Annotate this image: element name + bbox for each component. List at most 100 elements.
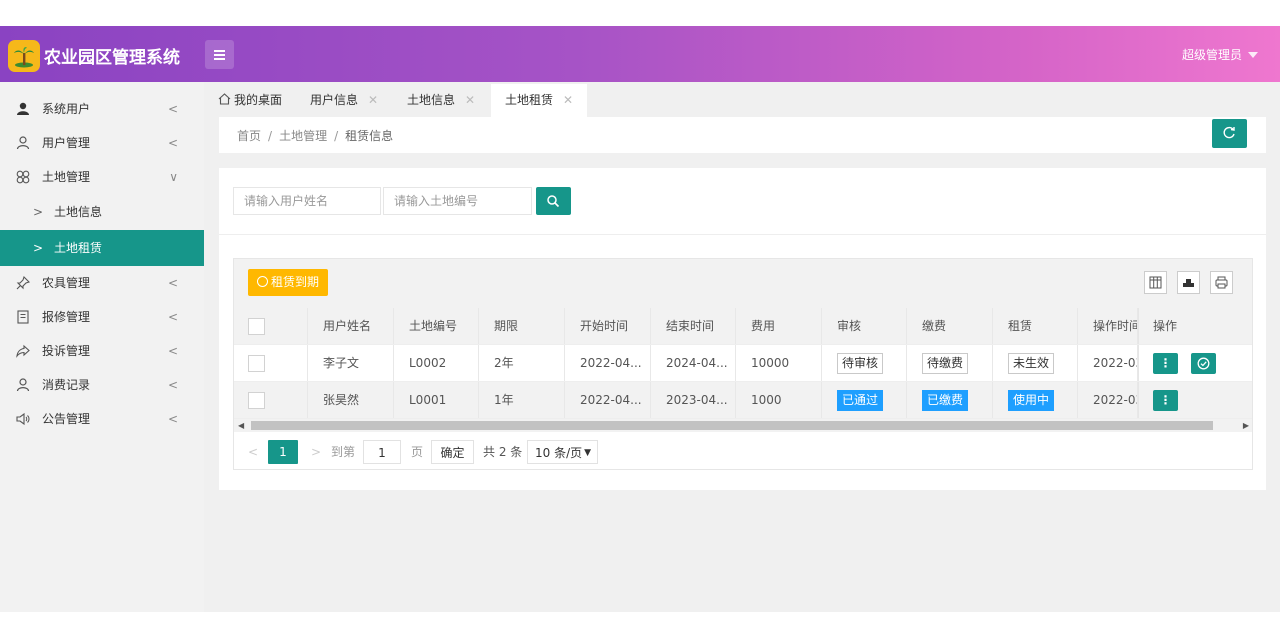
lease-expire-label: 租赁到期 — [271, 275, 320, 289]
menu-icon-line — [214, 54, 225, 56]
tab-label: 土地租赁 — [505, 93, 554, 107]
cell-land-code: L0002 — [394, 345, 479, 381]
cell-payment: 已缴费 — [907, 382, 993, 418]
status-badge: 未生效 — [1008, 353, 1055, 374]
content-card: 请输入用户姓名 请输入土地编号 租赁到期 用户姓名 土地编号 期限 开始时间 结… — [219, 168, 1266, 490]
page-size-select[interactable]: 10 条/页 ▼ — [527, 440, 598, 464]
scrollbar-thumb[interactable] — [251, 421, 1213, 430]
column-header: 审核 — [822, 308, 907, 344]
close-icon[interactable]: ✕ — [368, 93, 378, 107]
more-actions-button[interactable]: ⋮ — [1153, 353, 1178, 374]
sidebar-subitem-land-lease[interactable]: > 土地租赁 — [0, 230, 204, 266]
row-checkbox[interactable] — [248, 355, 265, 372]
cell-user-name: 张昊然 — [308, 382, 394, 418]
chevron-left-icon: < — [167, 102, 178, 116]
total-count: 共 2 条 — [483, 445, 523, 459]
sidebar-item-label: 消费记录 — [42, 378, 91, 392]
sidebar-item-announcements[interactable]: 公告管理 < — [0, 402, 204, 436]
status-badge: 使用中 — [1008, 390, 1055, 411]
breadcrumb-home[interactable]: 首页 — [237, 129, 261, 143]
sidebar-item-consumption[interactable]: 消费记录 < — [0, 368, 204, 402]
page-unit-label: 页 — [411, 445, 424, 459]
chevron-left-icon: < — [167, 412, 178, 426]
print-icon — [1215, 276, 1228, 289]
breadcrumb: 首页 / 土地管理 / 租赁信息 — [237, 127, 393, 144]
page-button-current[interactable]: 1 — [268, 440, 298, 464]
sidebar: 系统用户 < 用户管理 < 土地管理 ∨ > 土地信息 > 土地租赁 农具管理 … — [0, 82, 204, 612]
cell-lease: 未生效 — [993, 345, 1078, 381]
status-badge: 已通过 — [837, 390, 884, 411]
sidebar-item-repairs[interactable]: 报修管理 < — [0, 300, 204, 334]
app-logo — [8, 40, 40, 72]
search-icon — [547, 195, 560, 208]
tab-land-info[interactable]: 土地信息 ✕ — [407, 84, 475, 117]
select-all-checkbox[interactable] — [248, 318, 265, 335]
table-row[interactable]: 张昊然 L0001 1年 2022-04... 2023-04... 1000 … — [234, 382, 1252, 419]
horizontal-scrollbar[interactable]: ◀ ▶ — [234, 419, 1252, 432]
cell-op-time: 2022-03... — [1078, 345, 1138, 381]
table-row[interactable]: 李子文 L0002 2年 2022-04... 2024-04... 10000… — [234, 345, 1252, 382]
user-name-search-input[interactable]: 请输入用户姓名 — [233, 187, 381, 215]
goto-label: 到第 — [331, 445, 356, 459]
chevron-left-icon: < — [167, 344, 178, 358]
row-select-cell — [234, 382, 308, 418]
breadcrumb-land[interactable]: 土地管理 — [279, 129, 327, 143]
sidebar-item-label: 农具管理 — [42, 276, 91, 290]
scroll-right-icon[interactable]: ▶ — [1243, 419, 1249, 432]
check-circle-icon — [1197, 357, 1210, 370]
table-header-row: 用户姓名 土地编号 期限 开始时间 结束时间 费用 审核 缴费 租赁 操作时间 … — [234, 308, 1252, 345]
cell-end-time: 2024-04... — [651, 345, 736, 381]
column-header: 租赁 — [993, 308, 1078, 344]
speaker-icon — [16, 412, 30, 426]
sidebar-item-label: 公告管理 — [42, 412, 91, 426]
sidebar-item-label: 系统用户 — [42, 102, 91, 116]
table-toolbar: 租赁到期 — [234, 259, 1252, 308]
sidebar-item-tools[interactable]: 农具管理 < — [0, 266, 204, 300]
close-icon[interactable]: ✕ — [563, 93, 573, 107]
sidebar-subitem-label: 土地信息 — [54, 205, 103, 219]
cell-audit: 待审核 — [822, 345, 907, 381]
goto-confirm-button[interactable]: 确定 — [431, 440, 474, 464]
caret-down-icon — [1248, 52, 1258, 58]
column-header: 缴费 — [907, 308, 993, 344]
search-button[interactable] — [536, 187, 571, 215]
land-code-search-input[interactable]: 请输入土地编号 — [383, 187, 532, 215]
sidebar-subitem-land-info[interactable]: > 土地信息 — [0, 194, 204, 230]
approve-button[interactable] — [1191, 353, 1216, 374]
scroll-left-icon[interactable]: ◀ — [238, 419, 244, 432]
top-header: 农业园区管理系统 超级管理员 — [0, 26, 1280, 82]
tree-icon — [14, 47, 34, 68]
column-filter-button[interactable] — [1144, 271, 1167, 294]
next-page-button[interactable]: > — [311, 440, 321, 464]
cell-user-name: 李子文 — [308, 345, 394, 381]
tab-desktop[interactable]: 我的桌面 — [218, 84, 282, 117]
user-menu[interactable]: 超级管理员 — [1182, 46, 1258, 63]
refresh-button[interactable] — [1212, 119, 1247, 148]
row-checkbox[interactable] — [248, 392, 265, 409]
prev-page-button[interactable]: < — [248, 440, 258, 464]
export-button[interactable] — [1177, 271, 1200, 294]
sidebar-item-complaints[interactable]: 投诉管理 < — [0, 334, 204, 368]
sidebar-item-land-management[interactable]: 土地管理 ∨ — [0, 160, 204, 194]
cell-term: 1年 — [479, 382, 565, 418]
more-actions-button[interactable]: ⋮ — [1153, 390, 1178, 411]
chevron-down-icon: ∨ — [169, 170, 178, 184]
sidebar-subitem-label: 土地租赁 — [54, 241, 103, 255]
pagination: < 1 > 到第 1 页 确定 共 2 条 10 条/页 ▼ — [234, 432, 1252, 469]
tab-label: 我的桌面 — [234, 93, 283, 107]
user-name: 超级管理员 — [1181, 48, 1242, 62]
tab-user-info[interactable]: 用户信息 ✕ — [310, 84, 378, 117]
status-badge: 待缴费 — [922, 353, 969, 374]
sidebar-item-system-users[interactable]: 系统用户 < — [0, 92, 204, 126]
print-button[interactable] — [1210, 271, 1233, 294]
refresh-icon — [1223, 126, 1235, 139]
lease-expire-button[interactable]: 租赁到期 — [248, 269, 328, 296]
menu-toggle-button[interactable] — [205, 40, 234, 69]
divider — [219, 234, 1266, 235]
sidebar-item-user-management[interactable]: 用户管理 < — [0, 126, 204, 160]
sidebar-item-label: 土地管理 — [42, 170, 91, 184]
goto-page-input[interactable]: 1 — [363, 440, 401, 464]
status-badge: 已缴费 — [922, 390, 969, 411]
tab-land-lease[interactable]: 土地租赁 ✕ — [491, 84, 588, 117]
close-icon[interactable]: ✕ — [465, 93, 475, 107]
